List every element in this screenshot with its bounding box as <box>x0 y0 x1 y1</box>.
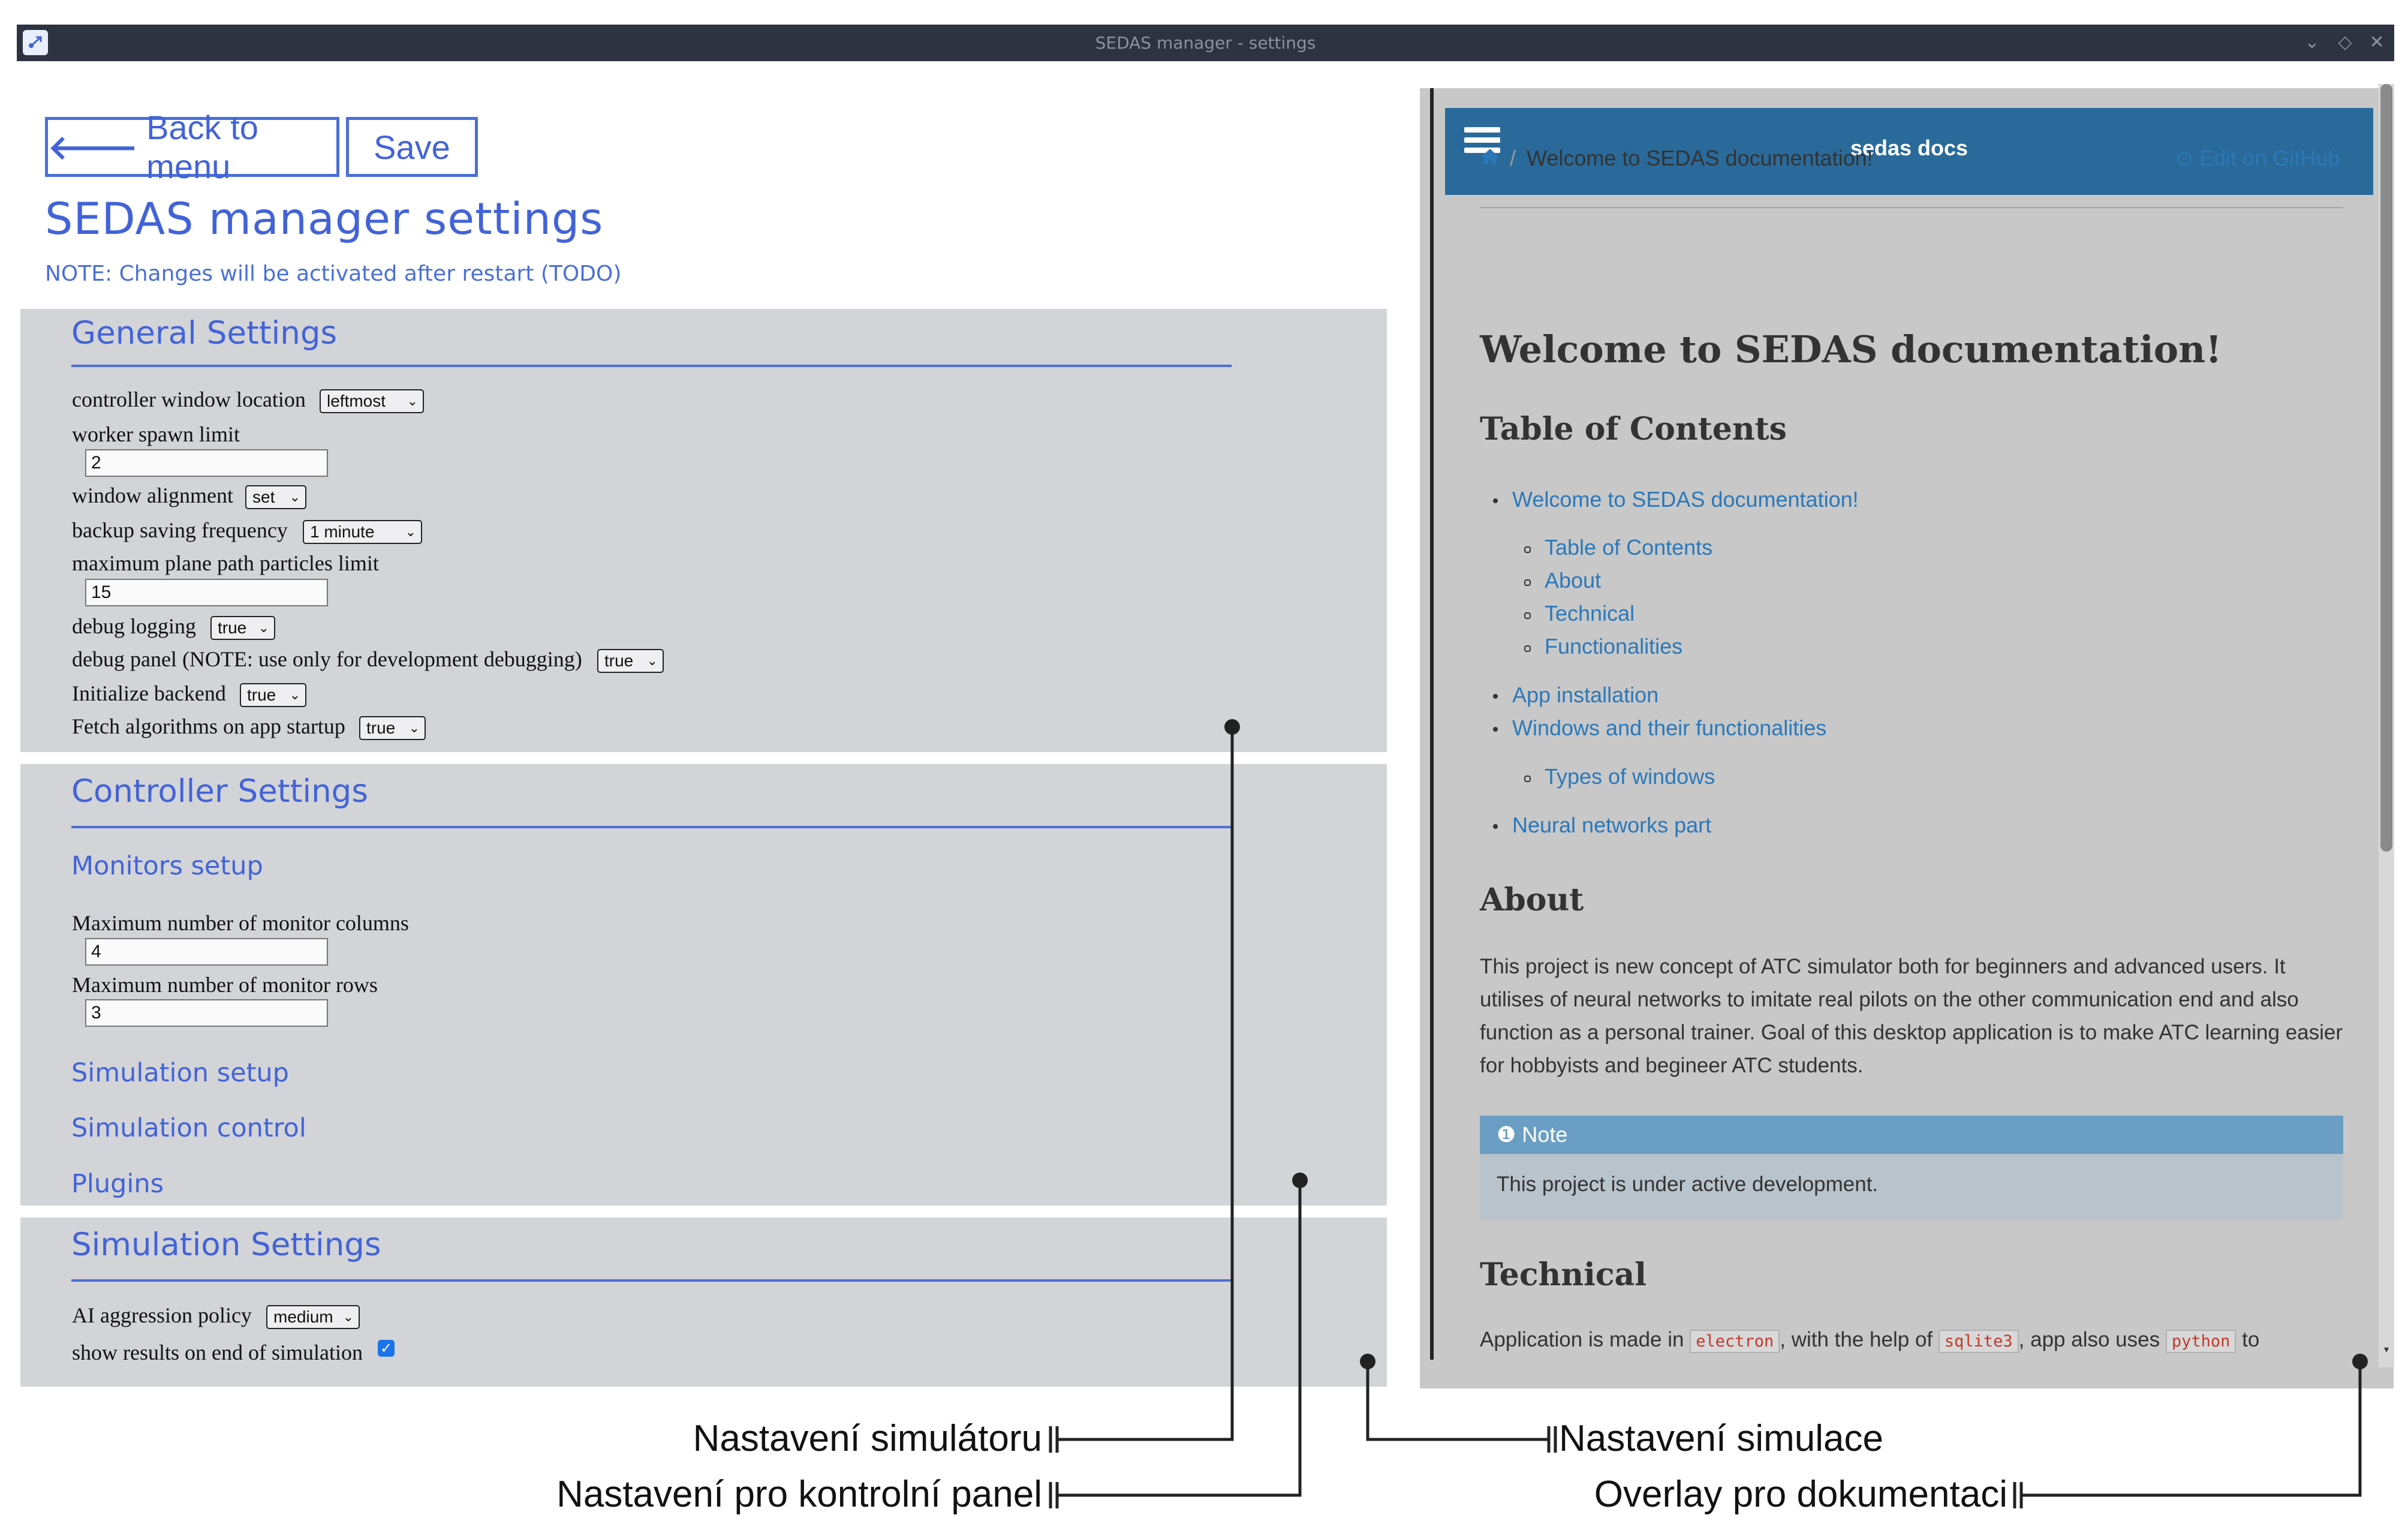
annotation-control-panel-settings: Nastavení pro kontrolní panel <box>556 1474 1042 1515</box>
annotation-docs-overlay: Overlay pro dokumentaci <box>1594 1474 2007 1515</box>
annotation-leaders <box>1049 727 2362 1508</box>
annotation-dot <box>1292 1173 1308 1188</box>
annotation-simulator-settings: Nastavení simulátoru <box>693 1418 1042 1459</box>
annotation-dot <box>1224 719 1240 735</box>
annotation-dot <box>1360 1354 1375 1369</box>
annotation-dot <box>2352 1354 2368 1369</box>
annotation-simulation-settings: Nastavení simulace <box>1559 1418 1884 1459</box>
